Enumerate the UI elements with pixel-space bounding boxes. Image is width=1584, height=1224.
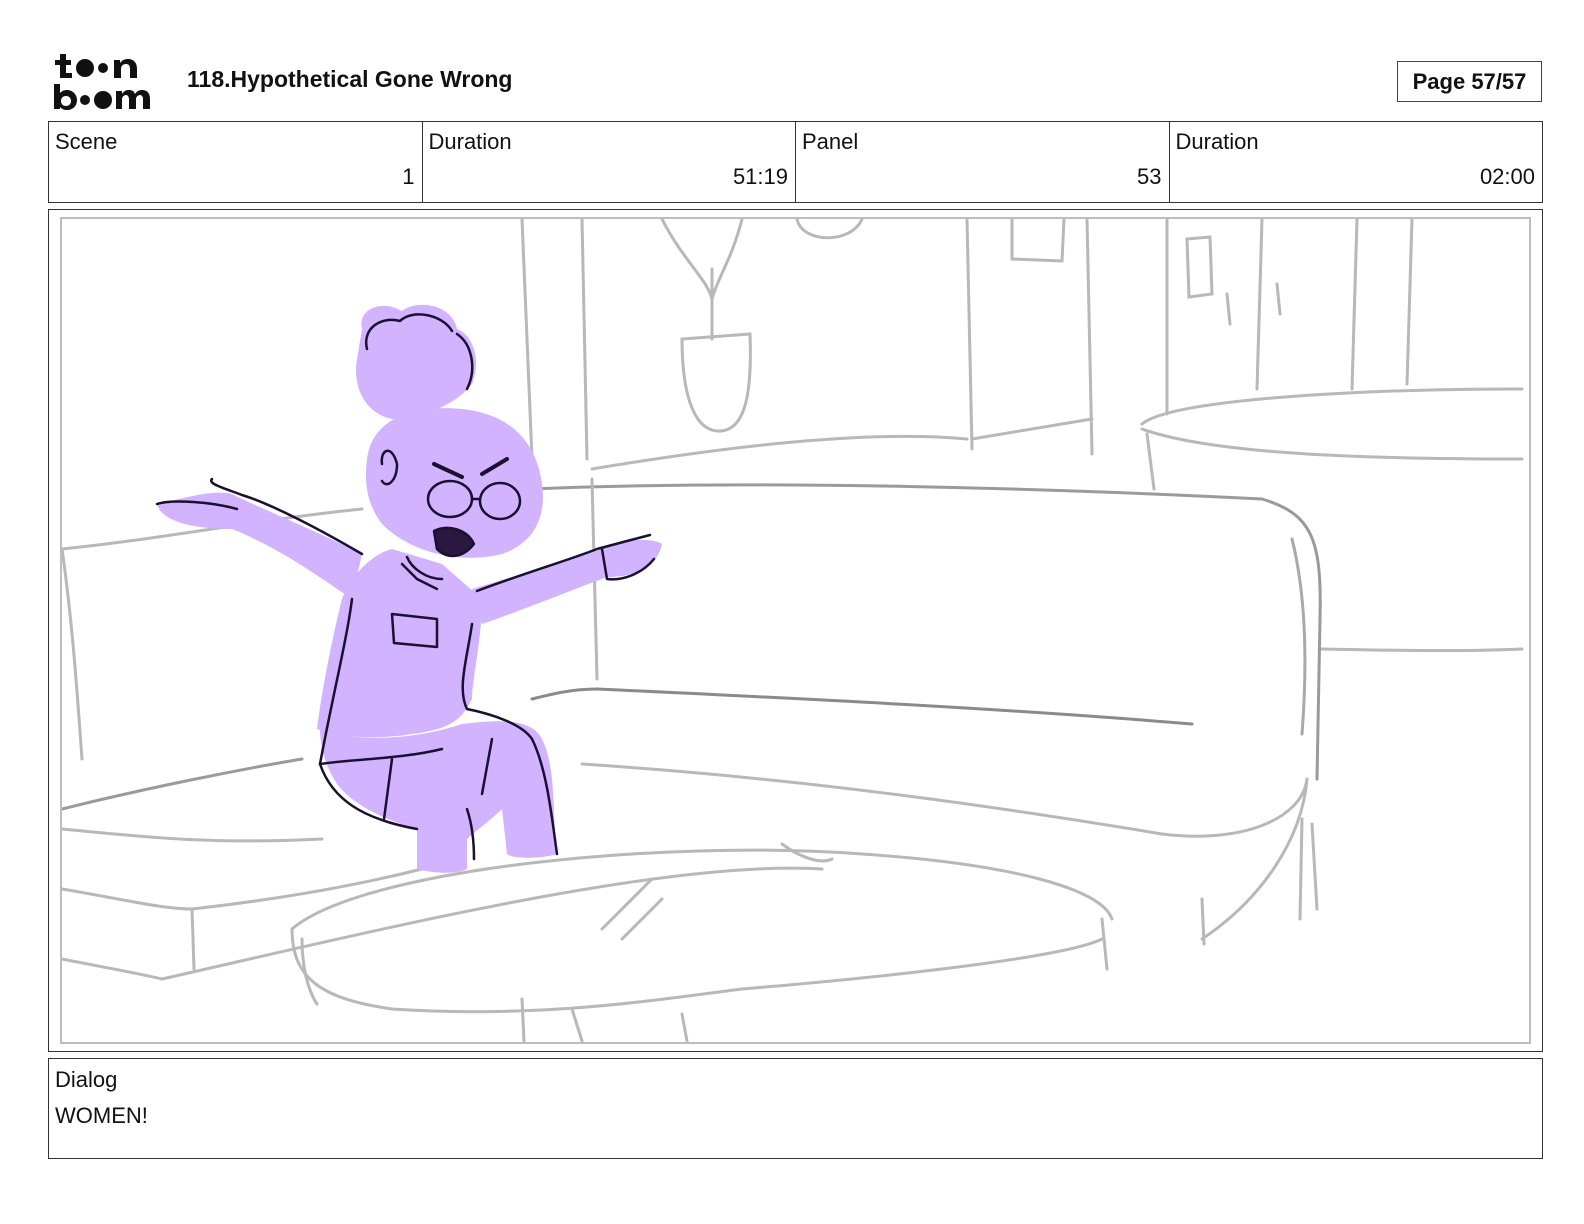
- dialog-box: Dialog WOMEN!: [48, 1058, 1543, 1159]
- storyboard-panel: [48, 209, 1543, 1052]
- scene-label: Scene: [55, 129, 118, 154]
- panel-value: 53: [1137, 164, 1162, 189]
- background-sketch: [62, 219, 1524, 1042]
- panel-label: Panel: [802, 129, 859, 154]
- scene-duration-label: Duration: [428, 129, 512, 154]
- scene-duration-cell: Duration 51:19: [423, 122, 796, 202]
- document-title: 118.Hypothetical Gone Wrong: [187, 66, 513, 92]
- toon-boom-logo: [54, 54, 150, 110]
- scene-value: 1: [402, 164, 415, 189]
- panel-duration-label: Duration: [1175, 129, 1259, 154]
- scene-info-table: Scene 1 Duration 51:19 Panel 53 Duration…: [48, 121, 1543, 203]
- panel-duration-value: 02:00: [1479, 164, 1535, 189]
- scene-duration-value: 51:19: [732, 164, 788, 189]
- panel-image: [60, 217, 1531, 1044]
- panel-drawing: [62, 219, 1524, 1042]
- dialog-label: Dialog: [55, 1067, 118, 1092]
- panel-cell: Panel 53: [796, 122, 1170, 202]
- dialog-text: WOMEN!: [55, 1103, 148, 1128]
- page-indicator: Page 57/57: [1397, 61, 1542, 102]
- panel-duration-cell: Duration 02:00: [1170, 122, 1543, 202]
- scene-cell: Scene 1: [49, 122, 423, 202]
